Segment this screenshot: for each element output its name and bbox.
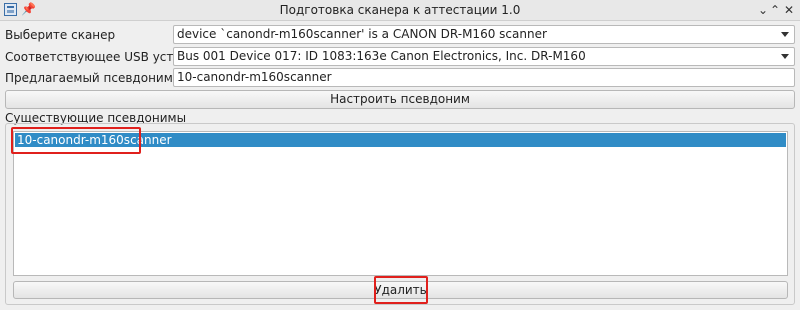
scanner-select[interactable]: device `canondr-m160scanner' is a CANON … (173, 25, 795, 44)
scanner-select-value: device `canondr-m160scanner' is a CANON … (177, 27, 547, 41)
chevron-down-icon (781, 54, 789, 59)
usb-device-select-value: Bus 001 Device 017: ID 1083:163e Canon E… (177, 49, 586, 63)
alias-label: Предлагаемый псевдоним (5, 71, 173, 85)
usb-device-select[interactable]: Bus 001 Device 017: ID 1083:163e Canon E… (173, 47, 795, 66)
scanner-label: Выберите сканер (5, 28, 116, 42)
title-bar: 📌 Подготовка сканера к аттестации 1.0 ⌄ … (0, 0, 800, 21)
configure-alias-button[interactable]: Настроить псевдоним (5, 90, 795, 109)
close-icon[interactable]: ✕ (780, 1, 798, 19)
alias-input[interactable]: 10-canondr-m160scanner (173, 68, 795, 87)
window-title: Подготовка сканера к аттестации 1.0 (279, 3, 521, 17)
highlight-box-alias-item (11, 127, 141, 154)
chevron-down-icon (781, 32, 789, 37)
highlight-box-delete-button (374, 276, 428, 304)
